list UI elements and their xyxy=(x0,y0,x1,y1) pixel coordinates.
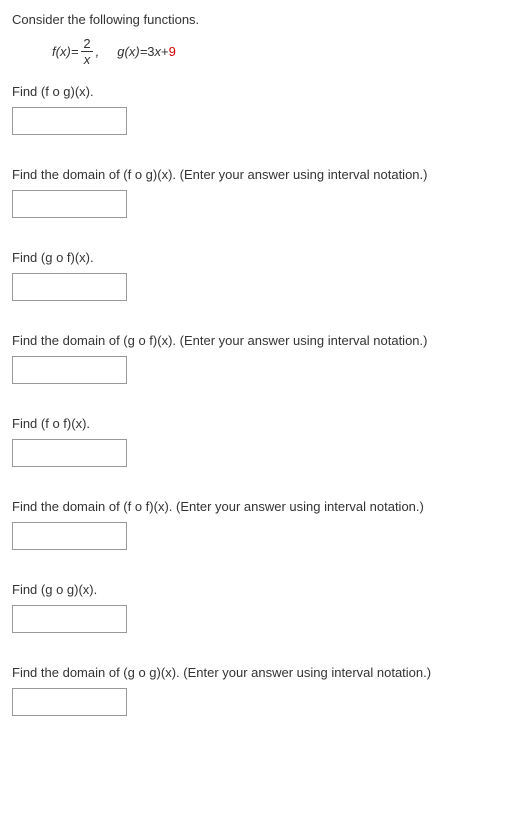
section-gog-domain: Find the domain of (g o g)(x). (Enter yo… xyxy=(12,665,514,716)
section-gog: Find (g o g)(x). xyxy=(12,582,514,633)
answer-input-gof-domain[interactable] xyxy=(12,356,127,384)
prompt-domain-gof: Find the domain of (g o f)(x). (Enter yo… xyxy=(12,333,514,348)
answer-input-fog[interactable] xyxy=(12,107,127,135)
section-fog-domain: Find the domain of (f o g)(x). (Enter yo… xyxy=(12,167,514,218)
fraction-2-over-x: 2 x xyxy=(80,37,93,66)
g-label: g xyxy=(117,44,124,59)
section-fof-domain: Find the domain of (f o f)(x). (Enter yo… xyxy=(12,499,514,550)
answer-input-gog[interactable] xyxy=(12,605,127,633)
answer-input-fof[interactable] xyxy=(12,439,127,467)
fraction-numerator: 2 xyxy=(80,37,93,51)
section-gof: Find (g o f)(x). xyxy=(12,250,514,301)
prompt-domain-fog: Find the domain of (f o g)(x). (Enter yo… xyxy=(12,167,514,182)
answer-input-gog-domain[interactable] xyxy=(12,688,127,716)
prompt-find-gof: Find (g o f)(x). xyxy=(12,250,514,265)
prompt-find-fof: Find (f o f)(x). xyxy=(12,416,514,431)
f-definition: f(x) = 2 x , xyxy=(52,37,99,66)
section-fof: Find (f o f)(x). xyxy=(12,416,514,467)
answer-input-fof-domain[interactable] xyxy=(12,522,127,550)
prompt-find-gog: Find (g o g)(x). xyxy=(12,582,514,597)
answer-input-fog-domain[interactable] xyxy=(12,190,127,218)
constant-9: 9 xyxy=(169,44,176,59)
function-definitions: f(x) = 2 x , g(x) = 3x + 9 xyxy=(52,37,514,66)
fraction-denominator: x xyxy=(81,51,94,66)
g-definition: g(x) = 3x + 9 xyxy=(117,44,176,59)
intro-text: Consider the following functions. xyxy=(12,12,514,27)
section-fog: Find (f o g)(x). xyxy=(12,84,514,135)
prompt-domain-fof: Find the domain of (f o f)(x). (Enter yo… xyxy=(12,499,514,514)
answer-input-gof[interactable] xyxy=(12,273,127,301)
prompt-find-fog: Find (f o g)(x). xyxy=(12,84,514,99)
prompt-domain-gog: Find the domain of (g o g)(x). (Enter yo… xyxy=(12,665,514,680)
section-gof-domain: Find the domain of (g o f)(x). (Enter yo… xyxy=(12,333,514,384)
